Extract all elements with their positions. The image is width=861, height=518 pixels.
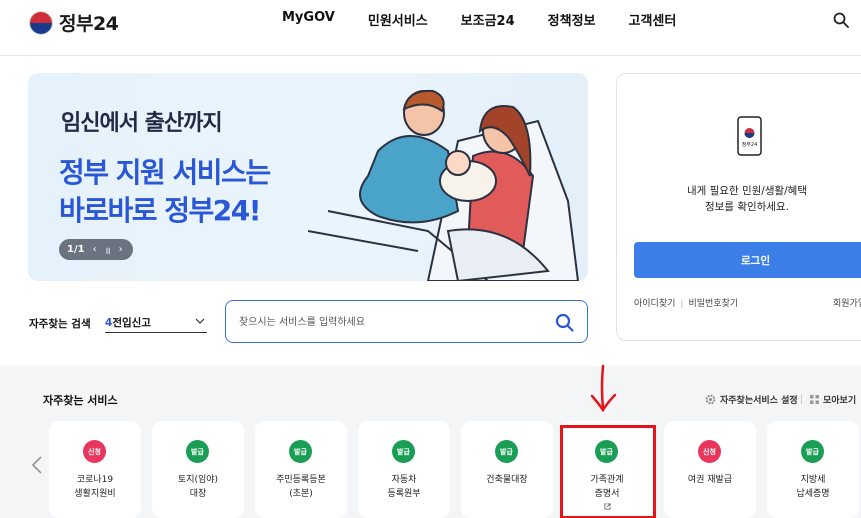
frequent-services-title: 자주찾는 서비스 bbox=[43, 394, 118, 407]
login-message-line1: 내게 필요한 민원/생활/혜택 bbox=[686, 185, 807, 197]
frequent-search-select[interactable]: 4전입신고 bbox=[105, 311, 207, 333]
chevron-right-icon[interactable]: › bbox=[119, 244, 123, 255]
service-card-label: 자동차 등록원부 bbox=[387, 475, 421, 499]
service-card-label: 지방세 납세증명 bbox=[796, 475, 830, 499]
frequent-services-section: 자주찾는 서비스 자주찾는서비스 설정 모아보기 신청 코로나19 생활지원비 발… bbox=[0, 366, 861, 518]
divider bbox=[801, 394, 802, 404]
banner-pagination-control: 1/1 ‹ ॥ › bbox=[59, 239, 133, 260]
view-all-label: 모아보기 bbox=[823, 396, 857, 406]
find-id-link[interactable]: 아이디찾기 bbox=[634, 299, 675, 309]
main-nav: MyGOV 민원서비스 보조금24 정책정보 고객센터 bbox=[282, 10, 709, 29]
service-card-land-register[interactable]: 발급 토지(임야) 대장 bbox=[152, 421, 244, 518]
issue-badge: 발급 bbox=[289, 440, 312, 463]
service-card-label: 건축물대장 bbox=[486, 475, 528, 485]
service-card-covid-support[interactable]: 신청 코로나19 생활지원비 bbox=[49, 421, 141, 518]
chevron-left-icon[interactable]: ‹ bbox=[93, 244, 97, 255]
logo-text: 정부24 bbox=[59, 13, 119, 35]
service-card-building-register[interactable]: 발급 건축물대장 bbox=[461, 421, 553, 518]
annotation-arrow-icon bbox=[590, 364, 617, 413]
frequent-search-term: 전입신고 bbox=[112, 317, 151, 329]
nav-mygov[interactable]: MyGOV bbox=[282, 10, 335, 29]
issue-badge: 발급 bbox=[392, 440, 415, 463]
login-panel: 정부24 내게 필요한 민원/생활/혜택 정보를 확인하세요. 로그인 아이디찾… bbox=[616, 73, 861, 341]
search-icon[interactable] bbox=[833, 12, 849, 28]
login-links: 아이디찾기 | 비밀번호찾기 bbox=[634, 296, 738, 309]
service-card-label: 주민등록등본 (초본) bbox=[276, 475, 326, 499]
service-card-resident-registration[interactable]: 발급 주민등록등본 (초본) bbox=[255, 421, 347, 518]
banner-title-line1: 정부 지원 서비스는 bbox=[59, 156, 271, 189]
search-icon[interactable] bbox=[555, 313, 574, 332]
nav-subsidy24[interactable]: 보조금24 bbox=[461, 10, 515, 29]
services-settings-button[interactable]: 자주찾는서비스 설정 bbox=[705, 393, 798, 406]
nav-civil-services[interactable]: 민원서비스 bbox=[368, 10, 428, 29]
service-card-label: 여권 재발급 bbox=[687, 475, 733, 485]
promo-banner[interactable]: 임신에서 출산까지 정부 지원 서비스는 바로바로 정부24! 1/1 ‹ ॥ … bbox=[28, 73, 588, 281]
service-card-label: 코로나19 생활지원비 bbox=[74, 475, 116, 499]
apply-badge: 신청 bbox=[698, 440, 721, 463]
app-icon-text: 정부24 bbox=[742, 141, 758, 148]
apply-badge: 신청 bbox=[83, 440, 106, 463]
service-card-vehicle-register[interactable]: 발급 자동차 등록원부 bbox=[358, 421, 450, 518]
issue-badge: 발급 bbox=[801, 440, 824, 463]
frequent-search-label: 자주찾는 검색 bbox=[29, 318, 91, 330]
banner-page-indicator: 1/1 bbox=[67, 244, 85, 255]
chevron-left-icon[interactable] bbox=[31, 456, 43, 474]
login-message-line2: 정보를 확인하세요. bbox=[705, 201, 789, 213]
mobile-phone-icon: 정부24 bbox=[737, 116, 762, 156]
grid-icon bbox=[810, 395, 819, 404]
link-divider: | bbox=[680, 299, 684, 309]
nav-policy-info[interactable]: 정책정보 bbox=[548, 10, 596, 29]
login-message: 내게 필요한 민원/생활/혜택 정보를 확인하세요. bbox=[617, 183, 861, 215]
family-illustration bbox=[308, 89, 580, 281]
issue-badge: 발급 bbox=[495, 440, 518, 463]
services-settings-label: 자주찾는서비스 설정 bbox=[720, 396, 798, 406]
banner-title-line2: 바로바로 정부24! bbox=[59, 194, 262, 227]
service-card-passport-reissue[interactable]: 신청 여권 재발급 bbox=[664, 421, 756, 518]
login-button[interactable]: 로그인 bbox=[634, 242, 861, 278]
issue-badge: 발급 bbox=[186, 440, 209, 463]
find-password-link[interactable]: 비밀번호찾기 bbox=[688, 299, 738, 309]
banner-subtitle: 임신에서 출산까지 bbox=[61, 111, 223, 136]
site-logo[interactable]: 정부24 bbox=[29, 9, 119, 36]
service-card-label: 토지(임야) 대장 bbox=[177, 475, 219, 499]
signup-link[interactable]: 회원가입 bbox=[833, 296, 861, 309]
gear-icon bbox=[705, 394, 716, 405]
annotation-highlight-box bbox=[560, 425, 656, 518]
pause-icon[interactable]: ॥ bbox=[105, 243, 111, 257]
top-header: 정부24 MyGOV 민원서비스 보조금24 정책정보 고객센터 bbox=[0, 0, 861, 56]
view-all-button[interactable]: 모아보기 bbox=[810, 393, 856, 406]
service-search-box bbox=[225, 300, 588, 343]
chevron-down-icon bbox=[195, 318, 205, 324]
taegeuk-logo-icon bbox=[29, 10, 53, 35]
service-search-input[interactable] bbox=[239, 312, 539, 332]
service-card-local-tax-certificate[interactable]: 발급 지방세 납세증명 bbox=[767, 421, 859, 518]
nav-customer-center[interactable]: 고객센터 bbox=[629, 10, 677, 29]
